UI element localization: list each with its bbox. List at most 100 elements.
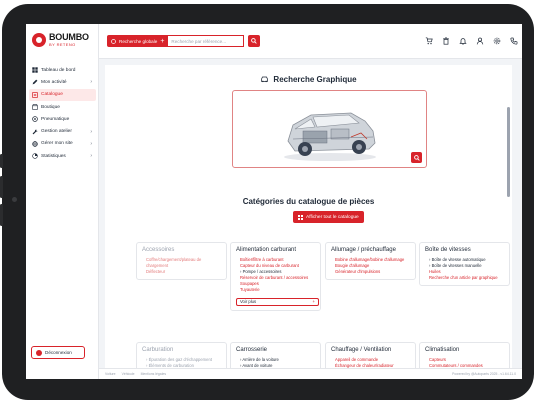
- category-link-text: Bobine d'allumage/bobine d'allumage: [335, 257, 405, 262]
- top-bar: Recherche globale + Recherche par référe…: [99, 24, 522, 59]
- catalog-icon: [32, 91, 38, 98]
- sidebar-item-tableau-de-bord[interactable]: Tableau de bord: [29, 64, 96, 76]
- footer-link[interactable]: Mentions légales: [141, 372, 166, 376]
- sidebar-item-mon-activit-[interactable]: Mon activité ›: [29, 76, 96, 88]
- top-icons: [424, 36, 518, 45]
- category-title[interactable]: Boîte de vitesses: [425, 247, 504, 253]
- category-link[interactable]: Recherche d'un article par graphique: [425, 275, 504, 281]
- graphic-search-heading: Recherche Graphique: [105, 75, 512, 84]
- user-icon[interactable]: [475, 36, 484, 45]
- graphic-search-panel[interactable]: [232, 90, 427, 168]
- search-icon: [413, 154, 420, 161]
- zoom-button[interactable]: [411, 152, 422, 163]
- plus-icon: +: [312, 299, 315, 305]
- category-link-text: Coffre/chargement/plateau de chargement: [146, 257, 202, 269]
- category-title[interactable]: Climatisation: [425, 347, 504, 353]
- graphic-search-title: Recherche Graphique: [273, 75, 357, 84]
- category-link-text: Tuyauterie: [240, 287, 260, 293]
- sidebar: BOUMBO BY RETENO Tableau de bord Mon acti…: [26, 24, 99, 379]
- search-button[interactable]: [248, 35, 261, 47]
- category-link-text: Bougie d'allumage: [335, 263, 370, 269]
- footer-link[interactable]: Voiture: [105, 372, 116, 376]
- category-link[interactable]: Générateur d'impulsions: [331, 269, 410, 275]
- category-title[interactable]: Alimentation carburant: [236, 247, 315, 253]
- category-title[interactable]: Chauffage / Ventilation: [331, 347, 410, 353]
- brand-name: BOUMBO: [49, 32, 89, 42]
- category-link-text: Pompe / accessoires: [242, 269, 282, 275]
- plus-icon: +: [160, 37, 165, 45]
- tire-icon: [32, 116, 38, 123]
- category-card[interactable]: Allumage / préchauffage Bobine d'allumage…: [325, 242, 416, 281]
- category-title[interactable]: Allumage / préchauffage: [331, 247, 410, 253]
- see-more-label: Voir plus: [240, 299, 257, 305]
- logout-label: Déconnexion: [45, 350, 72, 355]
- sidebar-item-catalogue[interactable]: Catalogue: [29, 88, 96, 101]
- sidebar-item-label: Catalogue: [41, 92, 63, 98]
- shop-icon: [32, 104, 38, 110]
- sidebar-item-label: Boutique: [41, 104, 60, 110]
- category-link-text: Réservoir de carburant / accessoires: [240, 275, 309, 281]
- category-link-text: Générateur d'impulsions: [335, 269, 381, 275]
- sidebar-item-pneumatique[interactable]: Pneumatique: [29, 113, 96, 125]
- app-screen: BOUMBO BY RETENO Tableau de bord Mon acti…: [26, 24, 522, 379]
- category-link-text: Arrière de la voiture: [242, 357, 279, 362]
- sidebar-item-gestion-atelier[interactable]: Gestion atelier ›: [29, 125, 96, 137]
- trash-icon[interactable]: [441, 36, 450, 45]
- sidebar-item-boutique[interactable]: Boutique: [29, 101, 96, 113]
- category-card[interactable]: Boîte de vitesses › Boîte de vitesse auto…: [419, 242, 510, 287]
- search-scope-icon: [111, 38, 116, 44]
- show-all-catalog-button[interactable]: Afficher tout le catalogue: [293, 211, 364, 223]
- sidebar-nav: Tableau de bord Mon activité › Catalogue Bou…: [29, 64, 96, 162]
- chevron-right-icon: ›: [90, 79, 92, 86]
- sidebar-item-g-rer-mon-site[interactable]: Gérer mon site ›: [29, 138, 96, 150]
- brand-tagline: BY RETENO: [49, 42, 76, 47]
- search-scope-label: Recherche globale: [119, 38, 158, 44]
- category-link-text: Capteurs: [429, 357, 446, 362]
- category-link[interactable]: Tuyauterie: [236, 287, 315, 293]
- category-link-text: Épuration des gaz d'échappement: [148, 357, 212, 362]
- search-input[interactable]: Recherche par référence...: [168, 35, 245, 47]
- footer-link[interactable]: Véhicule: [122, 372, 135, 376]
- category-link-text: Boîte de vitesses manuelle: [431, 263, 482, 269]
- wrench-icon: [32, 129, 38, 135]
- category-title[interactable]: Accessoires: [142, 247, 221, 253]
- side-button: [0, 154, 3, 168]
- chevron-right-icon: ›: [90, 140, 92, 147]
- main-content: Recherche Graphique Catégories du catalo…: [105, 65, 512, 379]
- category-link-text: Appareil de commande: [335, 357, 379, 362]
- side-button: [0, 176, 3, 198]
- grid-icon: [298, 214, 303, 220]
- category-title[interactable]: Carrosserie: [236, 347, 315, 353]
- category-link-text: Déflecteur: [146, 269, 166, 275]
- footer: Voiture Véhicule Mentions légales Powere…: [99, 368, 522, 379]
- footer-credit: Powered by @Autoparts 2025 - v1.64.11.0: [452, 372, 516, 376]
- settings-icon[interactable]: [492, 36, 501, 45]
- pencil-icon: [32, 79, 38, 85]
- search-scope-button[interactable]: Recherche globale +: [107, 35, 169, 47]
- category-link-text: Capteur du niveau de carburant: [240, 263, 299, 269]
- cart-icon[interactable]: [424, 36, 433, 45]
- category-link-text: Boîte de vitesse automatique: [431, 257, 486, 262]
- category-link[interactable]: Déflecteur: [142, 269, 221, 275]
- category-title[interactable]: Carburation: [142, 347, 221, 353]
- chevron-right-icon: ›: [90, 128, 92, 135]
- sidebar-item-label: Gestion atelier: [41, 129, 72, 135]
- sidebar-item-statistiques[interactable]: Statistiques ›: [29, 150, 96, 162]
- show-all-label: Afficher tout le catalogue: [306, 214, 359, 220]
- scrollbar[interactable]: [507, 107, 510, 197]
- global-search: Recherche globale + Recherche par référe…: [107, 35, 261, 47]
- chevron-right-icon: ›: [90, 153, 92, 160]
- bell-icon[interactable]: [458, 36, 467, 45]
- category-link[interactable]: Coffre/chargement/plateau de chargement: [142, 257, 221, 269]
- logout-icon: [36, 349, 42, 356]
- category-card[interactable]: Accessoires Coffre/chargement/plateau de …: [136, 242, 227, 281]
- camera-dot: [12, 197, 17, 202]
- dashboard-icon: [32, 67, 38, 73]
- see-more-button[interactable]: Voir plus +: [236, 297, 319, 306]
- phone-icon[interactable]: [509, 36, 518, 45]
- brand-logo[interactable]: BOUMBO BY RETENO: [32, 33, 89, 47]
- category-card[interactable]: Alimentation carburant Boîtier/filtre à c…: [230, 242, 321, 311]
- sidebar-item-label: Statistiques: [41, 153, 66, 159]
- search-icon: [251, 38, 258, 44]
- logout-button[interactable]: Déconnexion: [31, 346, 85, 359]
